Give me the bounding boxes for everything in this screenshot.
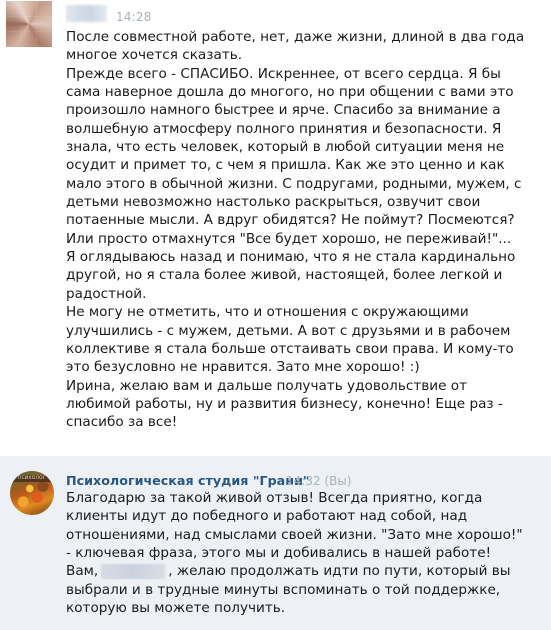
message-time[interactable]: 14:28 [116,10,152,24]
message-line: Не могу не отметить, что и отношения с о… [66,304,469,321]
avatar-caption-band: ПСИХОЛОГ [10,475,54,482]
message-line: детьми невозможно настолько раскрыться, … [66,194,481,211]
message-text: Благодарю за такой живой отзыв! Всегда п… [66,489,548,617]
message-line: любимой работы, ну и развития бизнесу, к… [66,395,503,412]
message-line: волшебную атмосферу полного принятия и б… [66,120,502,137]
message-line: другой, но я стала более живой, настояще… [66,267,503,284]
message-line: потаенные мысли. А вдруг обидятся? Не по… [66,212,515,229]
message-history: 14:28 После совместной работе, нет, даже… [0,0,551,630]
message-line: отношениями, над смыслами своей жизни. "… [66,526,523,543]
redacted-name [101,563,166,579]
message-line: улучшились - с мужем, детьми. А вот с др… [66,322,511,339]
message-line: которую вы можете получить. [66,600,286,617]
message-line: Я оглядываюсь назад и понимаю, что я не … [66,249,516,266]
message-text: После совместной работе, нет, даже жизни… [66,28,548,432]
message-line: Ирина, желаю вам и дальше получать удово… [66,377,468,394]
message-line: произошло намного быстрее и ярче. Спасиб… [66,102,501,119]
author-name-link[interactable]: Психологическая студия "Грани" [66,473,309,488]
message-line: выбрали и в трудные минуты вспоминать о … [66,581,501,598]
avatar-caption: ПСИХОЛОГ [18,476,46,481]
message-line: радостной. [66,285,147,302]
message-line: сама наверное дошла до многого, но при о… [66,84,514,101]
message-line: - ключевая фраза, этого мы и добивались … [66,545,492,562]
studio-avatar[interactable]: ПСИХОЛОГ [10,471,54,515]
message-line: спасибо за все! [66,414,178,431]
message-incoming: 14:28 После совместной работе, нет, даже… [0,0,551,452]
wish-text: , желаю продолжать идти по пути, который… [168,563,511,580]
message-line: После совместной работе, нет, даже жизни… [66,29,525,45]
message-line: знала, что есть человек, который в любой… [66,139,505,156]
message-line: Вам, , желаю продолжать идти по пути, кот… [66,562,548,580]
message-line: коллективе я стала больше отстаивать сво… [66,340,514,357]
greeting-text: Вам, [66,563,99,580]
author-name-redacted[interactable] [66,5,107,22]
message-line: Прежде всего - СПАСИБО. Искреннее, от вс… [66,65,501,82]
message-line: Или просто отмахнутся "Все будет хорошо,… [66,230,512,247]
message-time[interactable]: 14:32 (Вы) [286,474,351,488]
message-line: мало этого в обычной жизни. С подругами,… [66,175,522,192]
user-avatar[interactable] [6,1,52,47]
message-line: многое хочется сказать. [66,47,243,64]
message-line: клиенты идут до победного и работают над… [66,508,468,525]
message-line: Благодарю за такой живой отзыв! Всегда п… [66,490,483,506]
message-line: осудит и примет то, с чем я пришла. Как … [66,157,505,174]
message-outgoing-selected[interactable]: ПСИХОЛОГ Психологическая студия "Грани" … [0,456,551,630]
message-line: это безусловно не нравится. Зато мне хор… [66,359,420,376]
